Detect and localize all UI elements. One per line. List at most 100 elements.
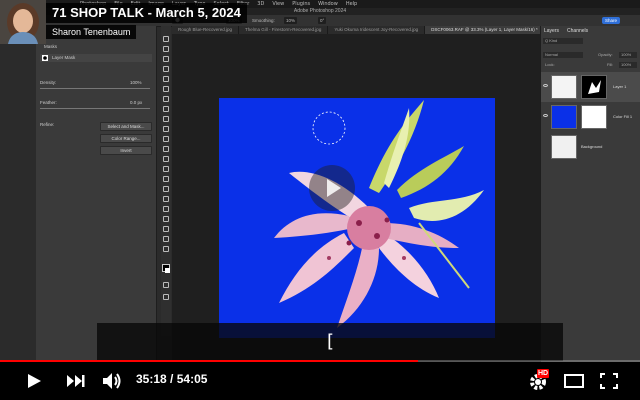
menu-item[interactable]: Help	[346, 1, 357, 7]
doc-tab-active[interactable]: DSCF0063.RAF @ 33.3% (Layer 1, Layer Mas…	[425, 26, 545, 34]
blend-mode-select[interactable]: Normal	[543, 52, 583, 58]
menu-item[interactable]: Plugins	[292, 1, 310, 7]
menu-item[interactable]: Window	[318, 1, 338, 7]
layer-name: Color Fill 1	[613, 114, 633, 119]
fullscreen-icon[interactable]	[600, 373, 618, 389]
tools-toolbar	[161, 26, 171, 336]
lock-label: Lock:	[545, 62, 555, 67]
presenter-avatar	[0, 0, 46, 44]
more-tools-icon[interactable]	[163, 246, 169, 252]
history-brush-tool-icon[interactable]	[163, 136, 169, 142]
masks-label: Masks	[44, 44, 58, 49]
density-value[interactable]: 100%	[130, 80, 142, 85]
layer-kind-filter[interactable]: Q Kind	[543, 38, 583, 44]
frame-tool-icon[interactable]	[163, 86, 169, 92]
caption-text: [	[327, 331, 335, 352]
layer-thumbnail	[551, 75, 577, 99]
image-canvas[interactable]	[219, 98, 495, 338]
mask-shape-icon	[588, 80, 601, 94]
fill-label: Fill:	[607, 62, 614, 67]
play-icon[interactable]	[26, 373, 42, 389]
screen-mode-icon[interactable]	[163, 294, 169, 300]
doc-tab[interactable]: Rough Blue-Recovered.jpg	[172, 26, 240, 34]
layer-name: Layer 1	[613, 84, 627, 89]
angle-field[interactable]: 0°	[318, 17, 327, 24]
feather-value[interactable]: 0.0 px	[130, 100, 142, 105]
layer-mask-thumbnail[interactable]	[581, 75, 607, 99]
menu-item[interactable]: View	[272, 1, 284, 7]
properties-panel: Masks Layer Mask Density: 100% Feather: …	[36, 26, 157, 362]
smoothing-field[interactable]: 10%	[284, 17, 298, 24]
gradient-tool-icon[interactable]	[163, 156, 169, 162]
player-controls: 35:18 / 54:05 HD	[0, 362, 640, 400]
color-range-button[interactable]: Color Range...	[100, 134, 152, 143]
blur-tool-icon[interactable]	[163, 166, 169, 172]
pen-tool-icon[interactable]	[163, 186, 169, 192]
doc-tab[interactable]: Thelma Gill - Firestorm-Recovered.jpg	[239, 26, 329, 34]
brush-tool-icon[interactable]	[163, 116, 169, 122]
crop-tool-icon[interactable]	[163, 76, 169, 82]
layers-panel: Layers Channels Q Kind Normal Opacity: 1…	[540, 26, 640, 362]
lily-image	[274, 100, 484, 328]
layer-name: Background	[581, 144, 603, 149]
layer-row[interactable]: Layer 1	[541, 72, 640, 102]
background-thumbnail	[551, 135, 577, 159]
presenter-name: Sharon Tenenbaum	[46, 25, 137, 39]
theater-mode-icon[interactable]	[564, 374, 584, 388]
type-tool-icon[interactable]	[163, 196, 169, 202]
eraser-tool-icon[interactable]	[163, 146, 169, 152]
time-current: 35:18	[136, 372, 167, 386]
volume-icon[interactable]	[102, 372, 122, 390]
marquee-tool-icon[interactable]	[163, 46, 169, 52]
hand-tool-icon[interactable]	[163, 226, 169, 232]
invert-button[interactable]: Invert	[100, 146, 152, 155]
lasso-tool-icon[interactable]	[163, 56, 169, 62]
hd-badge: HD	[537, 369, 550, 378]
density-label: Density:	[40, 80, 57, 85]
opacity-field[interactable]: 100%	[619, 52, 637, 58]
video-title[interactable]: 71 SHOP TALK - March 5, 2024	[46, 3, 247, 23]
shape-tool-icon[interactable]	[163, 216, 169, 222]
doc-tab[interactable]: Yuki Okuma Iridescent Joy-Recovered.jpg	[328, 26, 426, 34]
dodge-tool-icon[interactable]	[163, 176, 169, 182]
path-select-tool-icon[interactable]	[163, 206, 169, 212]
mask-thumbnail-icon	[42, 55, 48, 61]
healing-tool-icon[interactable]	[163, 106, 169, 112]
layer-mask-label: Layer Mask	[52, 55, 76, 60]
visibility-eye-icon[interactable]	[543, 114, 548, 117]
clone-stamp-tool-icon[interactable]	[163, 126, 169, 132]
select-and-mask-button[interactable]: Select and Mask...	[100, 122, 152, 131]
layer-row[interactable]: Color Fill 1	[541, 102, 640, 132]
menu-item[interactable]: 3D	[257, 1, 264, 7]
document-tabs: Rough Blue-Recovered.jpg Thelma Gill - F…	[172, 26, 545, 34]
time-separator: /	[166, 372, 177, 386]
quick-mask-icon[interactable]	[163, 282, 169, 288]
opacity-label: Opacity:	[598, 52, 613, 57]
density-slider[interactable]	[40, 88, 150, 89]
time-display: 35:18 / 54:05	[136, 372, 207, 386]
visibility-eye-icon[interactable]	[543, 84, 548, 87]
zoom-tool-icon[interactable]	[163, 236, 169, 242]
smoothing-label: Smoothing:	[252, 18, 275, 23]
layers-panel-tabs: Layers Channels	[541, 28, 588, 34]
quick-select-tool-icon[interactable]	[163, 66, 169, 72]
time-total: 54:05	[176, 372, 208, 386]
eyedropper-tool-icon[interactable]	[163, 96, 169, 102]
layer-mask-thumbnail[interactable]	[581, 105, 607, 129]
fill-field[interactable]: 100%	[619, 62, 637, 68]
refine-label: Refine:	[40, 122, 55, 127]
feather-slider[interactable]	[40, 108, 150, 109]
color-fill-thumbnail	[551, 105, 577, 129]
share-button[interactable]: Share	[602, 17, 620, 24]
caption-box: [	[97, 323, 563, 361]
layer-row[interactable]: Background	[541, 132, 640, 162]
tab-channels[interactable]: Channels	[567, 28, 588, 34]
center-play-button[interactable]	[309, 165, 355, 211]
next-icon[interactable]	[66, 374, 86, 388]
tab-layers[interactable]: Layers	[544, 28, 559, 34]
mask-row[interactable]: Layer Mask	[40, 54, 152, 62]
background-color-swatch[interactable]	[165, 268, 170, 273]
feather-label: Feather:	[40, 100, 57, 105]
presenter-webcam	[0, 0, 46, 44]
move-tool-icon[interactable]	[163, 36, 169, 42]
